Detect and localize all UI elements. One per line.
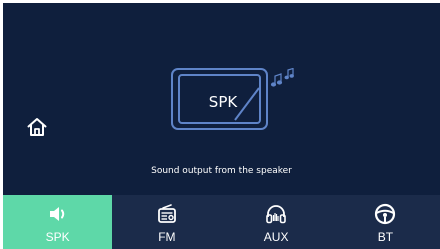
home-icon[interactable] xyxy=(26,116,48,138)
bottom-nav: SPK FM AUX BT xyxy=(3,195,440,249)
radio-icon xyxy=(157,204,176,223)
tab-spk-label: SPK xyxy=(45,230,70,244)
steering-wheel-icon xyxy=(375,203,396,225)
tab-spk[interactable]: SPK xyxy=(3,195,113,249)
main-panel: SPK Sound output from the speaker xyxy=(3,3,440,195)
tab-fm-label: FM xyxy=(158,230,176,244)
tab-aux[interactable]: AUX xyxy=(222,195,331,249)
tab-aux-label: AUX xyxy=(263,230,289,244)
status-text: Sound output from the speaker xyxy=(151,166,292,176)
tab-bt-label: BT xyxy=(377,230,394,244)
audio-output-screen: SPK Sound output from the speaker SPK FM xyxy=(0,0,440,249)
output-mode-label: SPK xyxy=(208,93,238,111)
headphones-icon xyxy=(266,205,286,224)
tab-fm[interactable]: FM xyxy=(112,195,221,249)
speaker-icon xyxy=(49,207,64,221)
tab-bt[interactable]: BT xyxy=(331,195,440,249)
